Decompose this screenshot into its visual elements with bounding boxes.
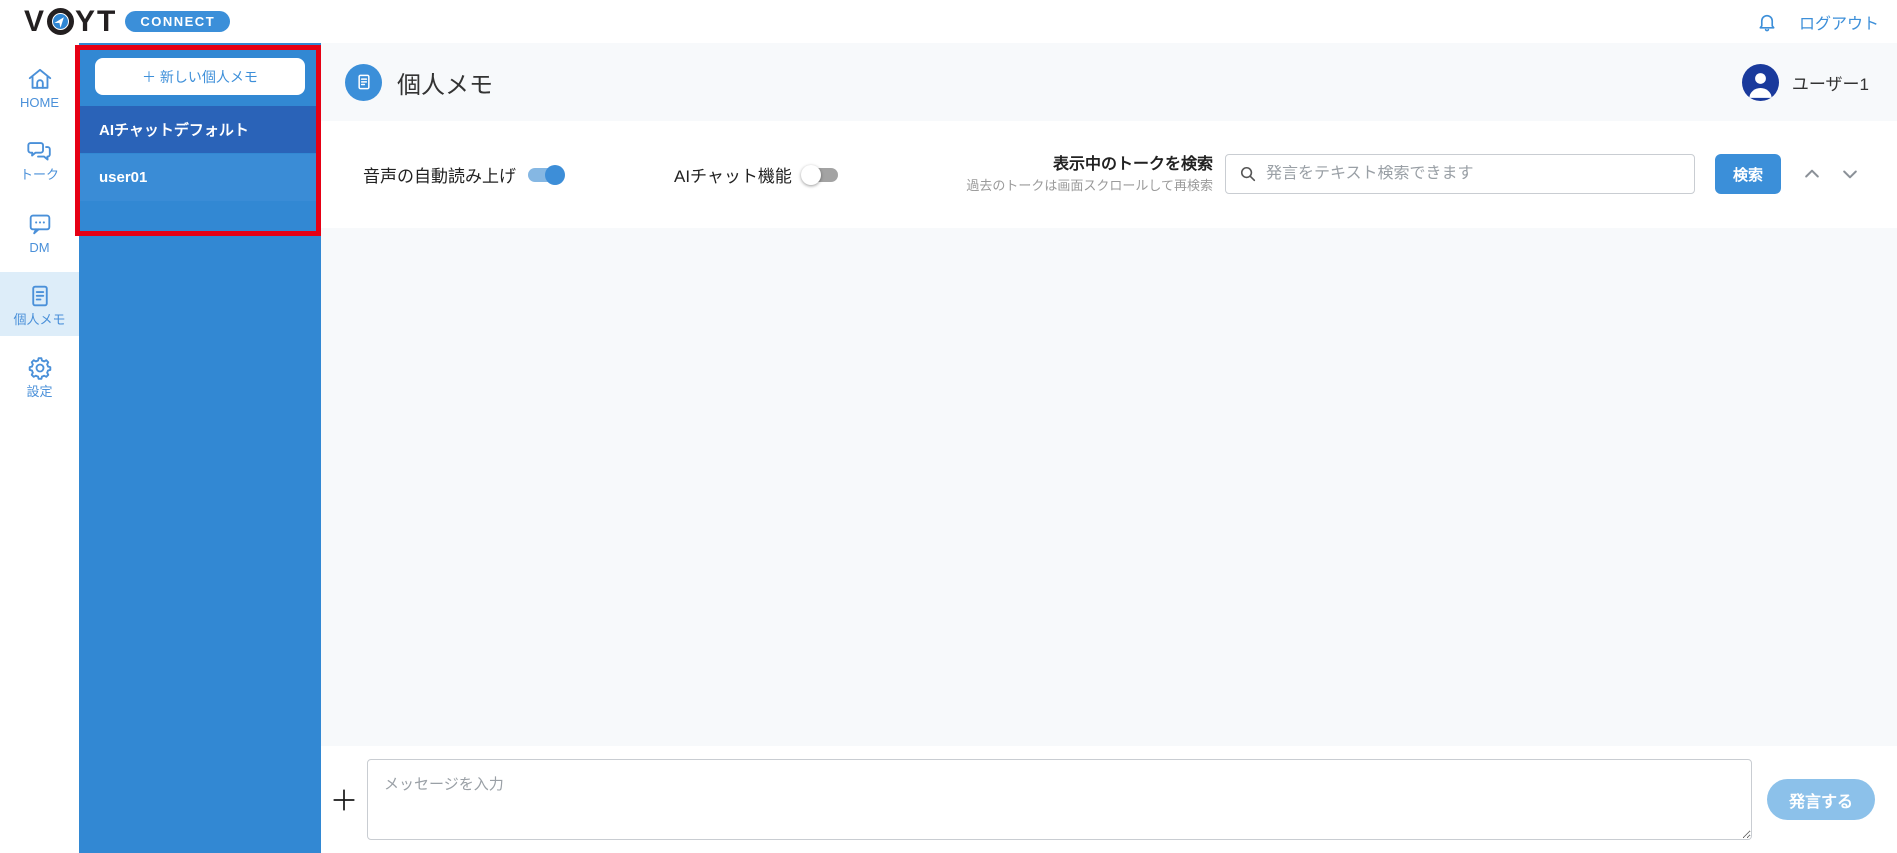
send-button[interactable]: 発言する [1766,779,1875,820]
message-composer: 発言する [321,746,1897,853]
toolbar: 音声の自動読み上げ AIチャット機能 表示中のトークを検索 過去のトークは画面ス… [321,121,1897,228]
main-content: 個人メモ ユーザー1 音声の自動読み上げ AIチャット機能 表示中のトークを検索… [321,43,1897,853]
logout-link[interactable]: ログアウト [1799,10,1879,34]
sidebar-item-label: DM [29,239,50,255]
sidebar-item-home[interactable]: HOME [0,55,79,119]
memo-list-item-user01[interactable]: user01 [79,154,321,201]
sidebar-item-label: 設定 [26,384,53,400]
body-row: HOME トーク DM 個人メモ 設定 ＋ 新しい個人メモ AIチャットデフォル… [0,43,1897,853]
chevron-down-icon[interactable] [1839,163,1861,185]
app-window: V YT CONNECT ログアウト HOME トーク DM 個人メモ 設定 ＋… [0,0,1897,853]
search-nav-buttons [1801,163,1861,185]
sidebar-rail: HOME トーク DM 個人メモ 設定 [0,43,79,853]
ai-chat-setting: AIチャット機能 [674,162,838,187]
logo-letter-v: V [24,4,47,38]
voice-readout-setting: 音声の自動読み上げ [363,162,565,187]
message-input[interactable] [367,759,1752,840]
new-memo-button[interactable]: ＋ 新しい個人メモ [95,58,305,95]
search-caption-title: 表示中のトークを検索 [1052,156,1213,174]
sidebar-item-talk[interactable]: トーク [0,127,79,191]
sidebar-item-settings[interactable]: 設定 [0,344,79,408]
memo-list-item-ai-default[interactable]: AIチャットデフォルト [79,106,321,153]
search-caption-subtitle: 過去のトークは画面スクロールして再検索 [966,177,1213,193]
app-logo: V YT CONNECT [24,4,231,38]
search-input[interactable] [1266,165,1682,184]
bell-icon[interactable] [1755,10,1779,34]
sidebar-item-label: トーク [19,167,59,183]
search-icon [1240,167,1256,182]
topbar-actions: ログアウト [1755,10,1879,34]
main-header: 個人メモ ユーザー1 [321,43,1897,121]
sidebar-item-dm[interactable]: DM [0,200,79,264]
chevron-up-icon[interactable] [1801,163,1823,185]
chat-message-area [321,228,1897,746]
home-icon [26,65,54,93]
page-title: 個人メモ [397,71,493,99]
memo-circle-icon [345,63,382,101]
search-caption: 表示中のトークを検索 過去のトークは画面スクロールして再検索 [966,154,1213,195]
compass-o-icon [47,8,75,35]
dm-icon [26,210,54,238]
sidebar-item-label: 個人メモ [13,311,66,327]
logo-letters-yt: YT [75,4,118,38]
connect-badge: CONNECT [125,11,231,32]
search-box [1225,154,1695,195]
voice-readout-label: 音声の自動読み上げ [363,167,516,186]
logo-wordmark: V YT [24,4,118,38]
memo-icon [26,282,54,310]
user-name: ユーザー1 [1791,74,1869,94]
user-avatar-icon [1741,63,1779,101]
attach-plus-icon[interactable] [329,785,359,815]
talk-search-area: 表示中のトークを検索 過去のトークは画面スクロールして再検索 検索 [966,154,1861,195]
user-badge[interactable]: ユーザー1 [1741,63,1869,101]
sidebar-item-memo[interactable]: 個人メモ [0,271,79,337]
gear-icon [26,354,54,382]
talk-icon [26,137,54,165]
ai-chat-toggle[interactable] [800,164,838,185]
memo-list-panel: ＋ 新しい個人メモ AIチャットデフォルト user01 [79,43,321,853]
top-header: V YT CONNECT ログアウト [0,0,1897,43]
sidebar-item-label: HOME [20,95,59,110]
ai-chat-label: AIチャット機能 [674,167,792,186]
search-button[interactable]: 検索 [1715,154,1781,195]
voice-readout-toggle[interactable] [528,164,565,185]
